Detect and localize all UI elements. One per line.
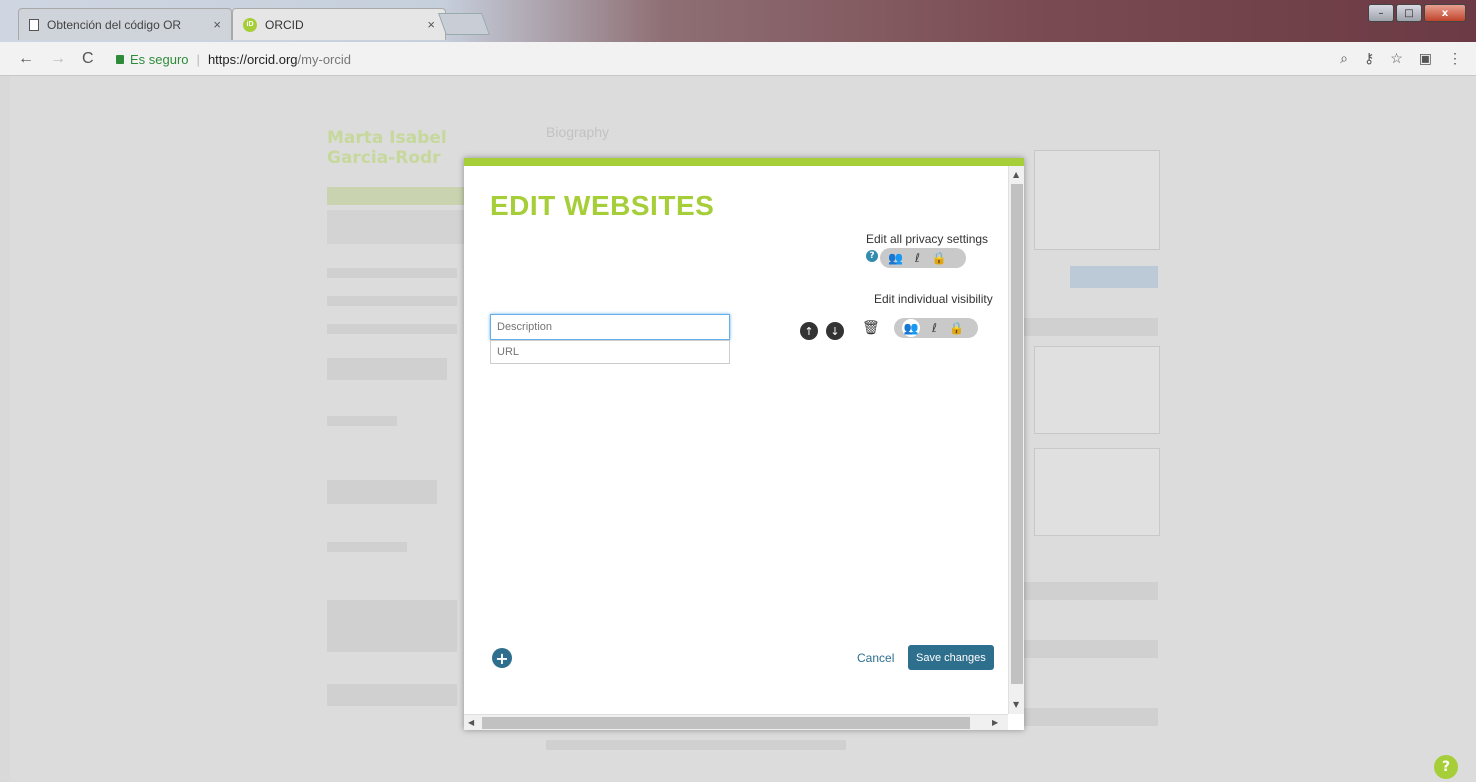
document-icon bbox=[29, 18, 39, 31]
scroll-right-arrow-icon[interactable]: ▶ bbox=[992, 718, 998, 727]
scroll-left-arrow-icon[interactable]: ◀ bbox=[468, 718, 474, 727]
trusted-parties-icon[interactable]: ℓ bbox=[915, 251, 920, 265]
background-id-box bbox=[327, 210, 467, 244]
key-icon[interactable]: ⚷ bbox=[1364, 50, 1374, 67]
tab-orcid[interactable]: iD ORCID × bbox=[232, 8, 446, 40]
background-row bbox=[1024, 318, 1158, 336]
zoom-icon[interactable]: ⌕ bbox=[1340, 50, 1348, 67]
lock-icon bbox=[116, 54, 124, 64]
vertical-scroll-thumb[interactable] bbox=[1011, 184, 1023, 684]
modal-title: EDIT WEBSITES bbox=[490, 190, 715, 221]
edit-websites-modal: EDIT WEBSITES Edit all privacy settings … bbox=[464, 158, 1024, 730]
tab-title: ORCID bbox=[265, 17, 304, 32]
browser-titlebar: Obtención del código OR × iD ORCID × – □… bbox=[0, 0, 1476, 42]
background-name: Marta Isabel Garcia-Rodr bbox=[327, 128, 447, 168]
background-line bbox=[327, 324, 457, 334]
close-tab-icon[interactable]: × bbox=[427, 17, 435, 32]
save-changes-button[interactable]: Save changes bbox=[908, 645, 994, 670]
url-path: /my-orcid bbox=[297, 51, 351, 67]
star-icon[interactable]: ☆ bbox=[1390, 50, 1403, 67]
background-line bbox=[327, 268, 457, 278]
background-line bbox=[327, 296, 457, 306]
help-icon[interactable]: ? bbox=[866, 250, 878, 262]
window-controls: – □ x bbox=[1368, 4, 1466, 22]
url-host: https://orcid.org bbox=[207, 51, 298, 67]
background-block bbox=[327, 684, 457, 706]
delete-trash-icon[interactable]: 🗑 bbox=[862, 320, 880, 336]
tab-title: Obtención del código OR bbox=[47, 17, 182, 32]
horizontal-scrollbar[interactable]: ◀ ▶ bbox=[464, 714, 1008, 730]
everyone-icon[interactable]: 👥 bbox=[902, 319, 920, 337]
reload-icon[interactable]: C bbox=[82, 50, 94, 68]
scroll-up-arrow-icon[interactable]: ▲ bbox=[1013, 170, 1019, 179]
minimize-button[interactable]: – bbox=[1368, 4, 1394, 22]
only-me-lock-icon[interactable]: 🔒 bbox=[949, 321, 964, 335]
individual-privacy-toggle[interactable]: 👥 ℓ 🔒 bbox=[894, 318, 978, 338]
address-bar[interactable]: Es seguro | https://orcid.org /my-orcid bbox=[112, 47, 1452, 71]
background-textarea bbox=[1034, 150, 1160, 250]
url-separator: | bbox=[196, 51, 200, 67]
forward-arrow-icon[interactable]: → bbox=[50, 50, 66, 68]
everyone-icon[interactable]: 👥 bbox=[888, 251, 903, 265]
tab-obtencion[interactable]: Obtención del código OR × bbox=[18, 8, 232, 40]
move-up-icon[interactable]: ↑ bbox=[800, 322, 818, 340]
background-box bbox=[1034, 448, 1160, 536]
secure-label: Es seguro bbox=[130, 51, 189, 67]
background-block bbox=[327, 358, 447, 380]
background-orcid-id-bar bbox=[327, 187, 467, 205]
scroll-down-arrow-icon[interactable]: ▼ bbox=[1013, 700, 1019, 709]
new-tab-button[interactable] bbox=[437, 13, 491, 35]
toolbar-right-icons: ⌕ ⚷ ☆ ▣ ⋮ bbox=[1340, 50, 1462, 67]
background-save-button bbox=[1070, 266, 1158, 288]
orcid-logo-icon: iD bbox=[243, 17, 257, 32]
background-row bbox=[1024, 582, 1158, 600]
help-button[interactable]: ? bbox=[1434, 755, 1458, 779]
description-input[interactable] bbox=[490, 314, 730, 340]
url-input[interactable] bbox=[490, 340, 730, 364]
background-biography-label: Biography bbox=[546, 124, 610, 140]
trusted-parties-icon[interactable]: ℓ bbox=[932, 321, 937, 335]
background-row bbox=[1024, 708, 1158, 726]
edit-all-privacy-label: Edit all privacy settings bbox=[866, 232, 989, 246]
edit-individual-visibility-label: Edit individual visibility bbox=[874, 292, 993, 306]
browser-toolbar: ← → C Es seguro | https://orcid.org /my-… bbox=[0, 42, 1476, 76]
move-down-icon[interactable]: ↓ bbox=[826, 322, 844, 340]
vertical-scrollbar[interactable]: ▲ ▼ bbox=[1008, 166, 1024, 714]
maximize-button[interactable]: □ bbox=[1396, 4, 1422, 22]
back-arrow-icon[interactable]: ← bbox=[18, 50, 34, 68]
close-tab-icon[interactable]: × bbox=[213, 17, 221, 32]
menu-icon[interactable]: ⋮ bbox=[1448, 50, 1462, 67]
background-line bbox=[327, 416, 397, 426]
add-website-button[interactable]: + bbox=[492, 648, 512, 668]
horizontal-scroll-thumb[interactable] bbox=[482, 717, 970, 729]
background-row bbox=[1024, 640, 1158, 658]
extension-icon[interactable]: ▣ bbox=[1419, 50, 1432, 67]
all-privacy-toggle[interactable]: 👥 ℓ 🔒 bbox=[880, 248, 966, 268]
only-me-lock-icon[interactable]: 🔒 bbox=[932, 251, 947, 265]
background-block bbox=[327, 480, 437, 504]
close-window-button[interactable]: x bbox=[1424, 4, 1466, 22]
background-block bbox=[327, 600, 457, 652]
cancel-button[interactable]: Cancel bbox=[857, 651, 894, 665]
background-line bbox=[327, 542, 407, 552]
background-line bbox=[546, 740, 846, 750]
background-box bbox=[1034, 346, 1160, 434]
